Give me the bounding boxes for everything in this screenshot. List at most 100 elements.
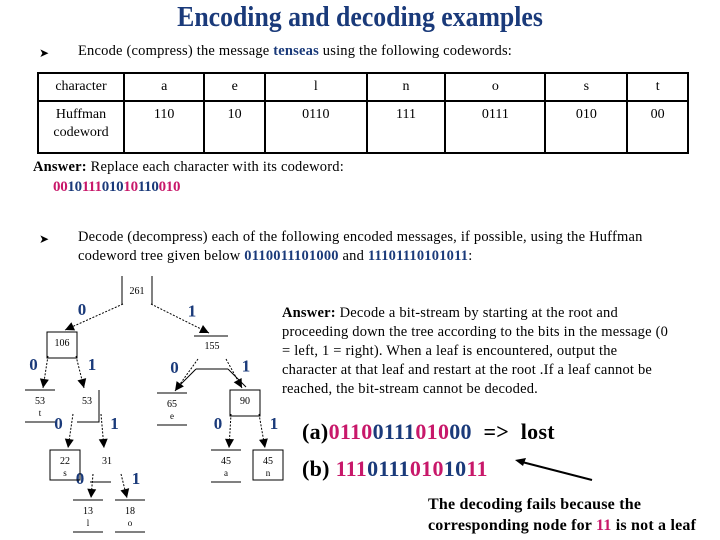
tree-edge: 1 bbox=[258, 413, 279, 449]
failure-note-suffix: is not a leaf bbox=[611, 517, 697, 534]
node-weight: 18 bbox=[125, 506, 135, 517]
node-char: e bbox=[170, 411, 174, 421]
table-cell-char: n bbox=[365, 72, 447, 102]
node-weight: 13 bbox=[83, 506, 93, 517]
failure-note-line2: corresponding node for 11 is not a leaf bbox=[428, 515, 696, 536]
decode-answer-line: character at that leaf and restart at th… bbox=[282, 362, 653, 378]
table-row-characters: character a e l n o s t bbox=[37, 72, 689, 102]
edge-bit-label: 0 bbox=[54, 414, 63, 433]
failure-note-line1: The decoding fails because the bbox=[428, 496, 642, 513]
edge-bit-label: 1 bbox=[132, 469, 141, 488]
tree-node: 53 bbox=[77, 390, 100, 423]
decode-message-a: 0110011101000 bbox=[244, 248, 339, 264]
tree-edge: 0 bbox=[54, 413, 74, 449]
arrowhead-icon bbox=[98, 438, 108, 448]
table-cell-char: t bbox=[626, 72, 689, 102]
tree-edge: 1 bbox=[75, 355, 96, 389]
tree-edge: 0 bbox=[170, 358, 199, 392]
pointer-arrow-icon bbox=[515, 458, 593, 481]
node-char: s bbox=[63, 468, 67, 478]
answer-label: Answer: bbox=[33, 159, 87, 175]
decode-answer-line: Answer: Decode a bit-stream by starting … bbox=[282, 304, 668, 323]
decode-answer-line: = left, 1 = right). When a leaf is encou… bbox=[282, 343, 618, 359]
table-row-codewords: Huffman codeword 110 10 0110 111 0111 010… bbox=[37, 100, 689, 154]
tree-node: 106 bbox=[46, 331, 78, 359]
bit-segment: 10 bbox=[67, 179, 82, 195]
node-weight: 22 bbox=[60, 456, 70, 467]
table-header-character: character bbox=[37, 72, 125, 102]
arrowhead-icon bbox=[39, 378, 49, 388]
bit-segment: 111 bbox=[81, 179, 102, 195]
bit-segment: 00 bbox=[449, 419, 472, 444]
failure-note-code: 11 bbox=[596, 517, 612, 534]
node-weight: 31 bbox=[102, 456, 112, 467]
row-label-line2: codeword bbox=[53, 125, 109, 140]
tree-leaf-o: 18o bbox=[115, 499, 145, 533]
table-cell-char: o bbox=[444, 72, 547, 102]
node-char: l bbox=[87, 518, 90, 528]
answer-text: Replace each character with its codeword… bbox=[86, 159, 344, 175]
arrowhead-icon bbox=[120, 488, 130, 498]
decode-answer: Answer: Decode a bit-stream by starting … bbox=[282, 304, 668, 399]
table-cell-code: 0111 bbox=[444, 100, 547, 154]
node-char: a bbox=[224, 468, 228, 478]
table-cell-code: 00 bbox=[626, 100, 689, 154]
node-weight: 53 bbox=[82, 396, 92, 407]
arrowhead-icon bbox=[225, 438, 235, 448]
result-a-bitstring: 0110011101000 bbox=[329, 419, 472, 444]
tree-edge: 0 bbox=[29, 355, 49, 389]
table-cell-char: e bbox=[203, 72, 267, 102]
page-title: Encoding and decoding examples bbox=[177, 2, 543, 33]
table-cell-char: l bbox=[264, 72, 368, 102]
decode-instruction: Decode (decompress) each of the followin… bbox=[78, 228, 643, 266]
bit-segment: 11 bbox=[466, 456, 488, 481]
edge-bit-label: 1 bbox=[270, 414, 279, 433]
bit-segment: 111 bbox=[335, 456, 368, 481]
node-char: n bbox=[266, 468, 271, 478]
tree-edge: 1 bbox=[120, 469, 141, 499]
tree-node: 31 bbox=[90, 456, 112, 483]
decode-line2: codeword tree given below 0110011101000 … bbox=[78, 247, 643, 266]
node-weight: 65 bbox=[167, 399, 177, 410]
pointer-arrow-line bbox=[521, 461, 593, 481]
tree-leaf-e: 65e bbox=[157, 392, 187, 426]
tree-node: 155 bbox=[177, 335, 247, 388]
arrowhead-icon bbox=[259, 438, 268, 448]
table-cell-code: 0110 bbox=[264, 100, 368, 154]
tree-edge: 0 bbox=[214, 413, 235, 449]
encode-instruction: Encode (compress) the message tenseas us… bbox=[78, 42, 512, 61]
table-cell-char: a bbox=[122, 72, 206, 102]
table-cell-code: 010 bbox=[544, 100, 629, 154]
bit-segment: 0111 bbox=[367, 456, 410, 481]
bullet-arrow-icon: ➤ bbox=[39, 46, 50, 60]
tree-edge: 0 bbox=[76, 469, 97, 499]
tree-leaf-l: 13l bbox=[73, 499, 103, 533]
edge-bit-label: 0 bbox=[214, 414, 223, 433]
node-weight: 45 bbox=[263, 456, 273, 467]
table-cell-code: 110 bbox=[122, 100, 206, 154]
result-b: (b) 11101110101011 bbox=[302, 456, 488, 482]
decode-answer-line: reached, the bit-stream cannot be decode… bbox=[282, 381, 538, 397]
failure-note-prefix: corresponding node for bbox=[428, 517, 597, 534]
edge-bit-label: 1 bbox=[188, 302, 197, 321]
bit-segment: 010 bbox=[101, 179, 124, 195]
encode-message: tenseas bbox=[273, 43, 319, 59]
decode-line2-prefix: codeword tree given below bbox=[78, 248, 245, 264]
arrowhead-icon bbox=[87, 488, 97, 498]
bit-segment: 0110 bbox=[328, 419, 373, 444]
bit-segment: 010 bbox=[158, 179, 181, 195]
encode-answer: Answer: Replace each character with its … bbox=[33, 158, 344, 177]
decode-line1: Decode (decompress) each of the followin… bbox=[78, 229, 643, 245]
arrowhead-icon bbox=[64, 438, 74, 448]
bullet-arrow-icon: ➤ bbox=[39, 232, 50, 246]
edge-bit-label: 1 bbox=[110, 414, 119, 433]
node-char: o bbox=[128, 518, 133, 528]
row-label-line1: Huffman bbox=[55, 107, 107, 122]
arrowhead-icon bbox=[198, 324, 209, 333]
node-weight: 106 bbox=[55, 338, 70, 349]
tree-edge: 0 bbox=[64, 300, 124, 331]
edge-bit-label: 0 bbox=[78, 300, 87, 319]
result-a-label: (a) bbox=[302, 419, 329, 444]
node-weight: 261 bbox=[130, 286, 145, 297]
decode-answer-line: proceeding down the tree according to th… bbox=[282, 324, 669, 340]
